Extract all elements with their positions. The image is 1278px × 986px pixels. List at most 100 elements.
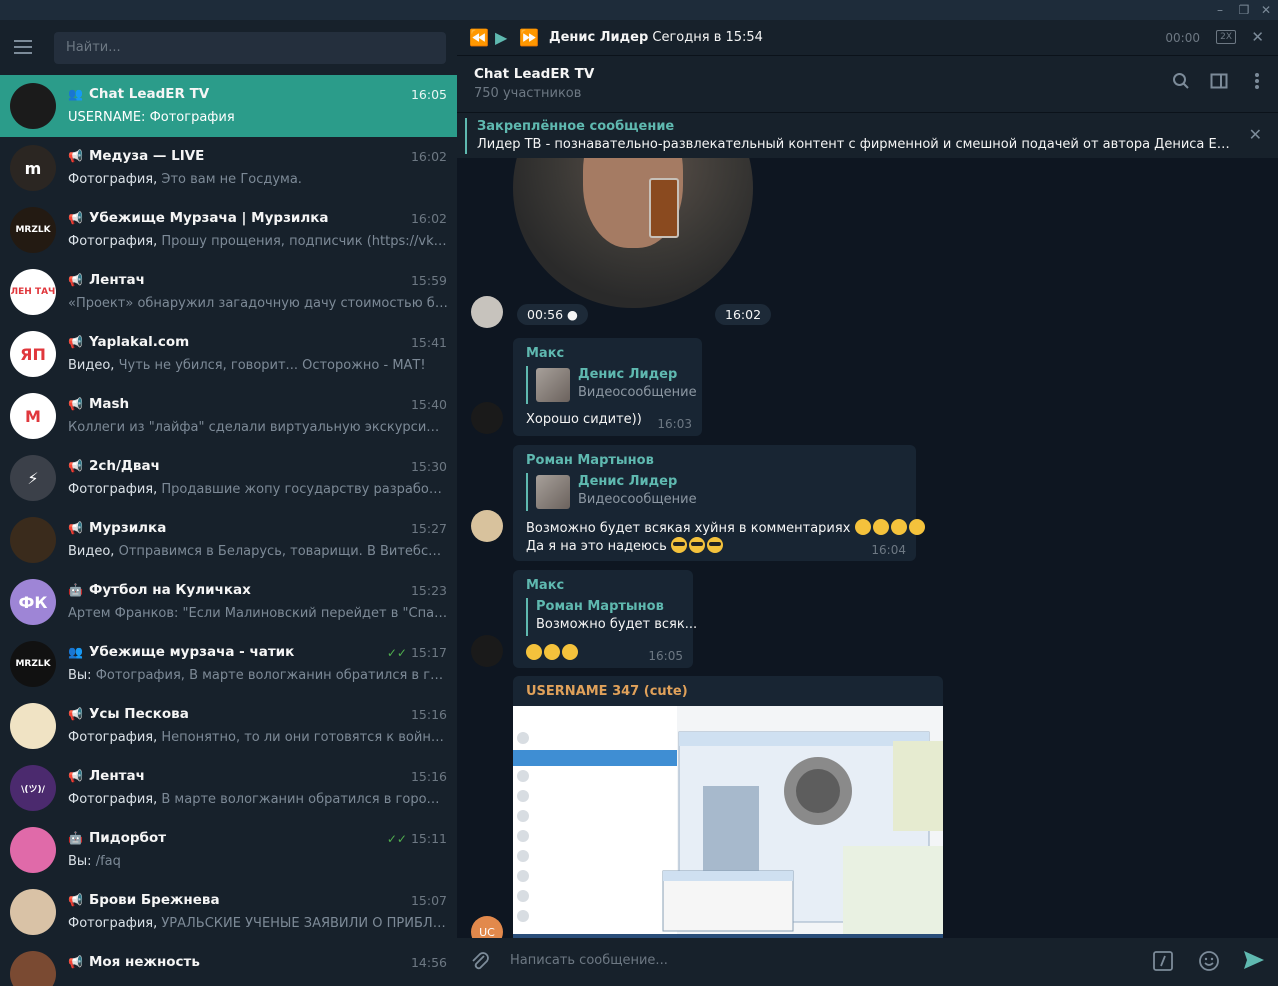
message-sender[interactable]: Макс: [526, 346, 564, 361]
message-text-line2: Да я на это надеюсь: [526, 537, 725, 554]
reply-preview[interactable]: Денис Лидер Видеосообщение: [526, 473, 716, 511]
chat-list-item[interactable]: 🤖 Пидорбот ✓✓ 15:11 Вы: /faq: [0, 819, 457, 881]
message-input[interactable]: Написать сообщение...: [510, 953, 668, 968]
group-icon: 👥: [68, 645, 83, 659]
chat-name: 📢 Лентач: [68, 272, 145, 288]
preview-text: Чуть не убился, говорит... Осторожно - М…: [114, 358, 426, 373]
reply-author: Денис Лидер: [578, 474, 678, 489]
search-input[interactable]: Найти...: [54, 32, 446, 64]
grin-emoji: [872, 519, 889, 535]
chat-title: Chat LeadER TV: [474, 66, 595, 82]
chat-name-text: Усы Пескова: [88, 706, 189, 722]
chat-time: 15:27: [411, 521, 447, 536]
next-track-icon[interactable]: ⏩: [519, 28, 539, 47]
chat-time: 15:30: [411, 459, 447, 474]
chat-list-item[interactable]: ЛЕН ТАЧ 📢 Лентач 15:59 «Проект» обнаружил за…: [0, 261, 457, 323]
chat-list-item[interactable]: 📢 Моя нежность 14:56: [0, 943, 457, 986]
minimize-icon[interactable]: –: [1208, 0, 1232, 20]
chat-time-text: 15:27: [410, 521, 447, 536]
preview-text: /faq: [91, 854, 121, 869]
chat-time: 15:16: [411, 769, 447, 784]
chat-time: 15:07: [411, 893, 447, 908]
preview-text: Прошу прощения, подписчик (https://vk.co…: [161, 234, 448, 249]
close-window-icon[interactable]: ✕: [1254, 0, 1278, 20]
search-icon[interactable]: [1172, 72, 1190, 95]
chat-time-text: 15:16: [410, 769, 447, 784]
chat-preview: Фотография, Это вам не Госдума.: [68, 172, 448, 187]
player-title[interactable]: Денис Лидер Сегодня в 15:54: [549, 30, 763, 45]
chat-list-item[interactable]: 📢 Мурзилка 15:27 Видео, Отправимся в Белару…: [0, 509, 457, 571]
pinned-message[interactable]: Закреплённое сообщение Лидер ТВ - познав…: [457, 112, 1278, 158]
preview-prefix: Видео,: [68, 544, 115, 559]
avatar: m: [10, 145, 56, 191]
reply-preview[interactable]: Денис Лидер Видеосообщение: [526, 366, 716, 404]
message-bubble[interactable]: Роман Мартынов Денис Лидер Видеосообщени…: [513, 445, 925, 561]
pinned-accent-bar: [465, 118, 467, 154]
message-bubble[interactable]: Макс Роман Мартынов Возможно будет всяк.…: [513, 570, 697, 668]
chat-list-item[interactable]: ФК 🤖 Футбол на Куличках 15:23 Артем Франков:…: [0, 571, 457, 633]
conversation-panel: ⏪ ▶ ⏩ Денис Лидер Сегодня в 15:54 00:00 …: [457, 20, 1278, 986]
chat-name-text: Chat LeadER TV: [88, 86, 210, 102]
bot-commands-icon[interactable]: [1152, 950, 1174, 977]
chat-preview: Вы: /faq: [68, 854, 448, 869]
chat-list-item[interactable]: 📢 Усы Пескова 15:16 Фотография, Непонятно, …: [0, 695, 457, 757]
chat-list-item[interactable]: ⚡ 📢 2ch/Двач 15:30 Фотография, Продавшие жоп…: [0, 447, 457, 509]
maximize-icon[interactable]: ❐: [1232, 0, 1256, 20]
chat-list-item[interactable]: M 📢 Mash 15:40 Коллеги из "лайфа" сделали ви…: [0, 385, 457, 447]
send-icon[interactable]: [1242, 948, 1266, 978]
message-bubble[interactable]: Макс Денис Лидер Видеосообщение Хорошо с…: [513, 338, 702, 436]
chat-name: 📢 Mash: [68, 396, 129, 412]
play-icon[interactable]: ▶: [495, 28, 507, 47]
avatar[interactable]: [471, 510, 503, 542]
chat-preview: USERNAME: Фотография: [68, 110, 448, 125]
avatar[interactable]: UC: [471, 916, 503, 938]
previous-track-icon[interactable]: ⏪: [469, 28, 489, 47]
message-text-line1: Возможно будет всякая хуйня в комментари…: [526, 519, 927, 536]
chat-header[interactable]: Chat LeadER TV 750 участников: [457, 56, 1278, 112]
chat-time: 15:23: [411, 583, 447, 598]
pinned-title: Закреплённое сообщение: [477, 119, 675, 134]
avatar[interactable]: [471, 402, 503, 434]
preview-text: Отправимся в Беларусь, товарищи. В Витеб…: [118, 544, 448, 559]
preview-text: Продавшие жопу государству разработчики …: [161, 482, 448, 497]
preview-text: УРАЛЬСКИЕ УЧЁНЫЕ ЗАЯВИЛИ О ПРИБЛИЖЕ...: [157, 916, 448, 931]
video-message[interactable]: [513, 158, 753, 308]
chat-list-item[interactable]: 👥 Chat LeadER TV 16:05 USERNAME: Фотография: [0, 75, 457, 137]
message-sender[interactable]: Макс: [526, 578, 564, 593]
chat-list-item[interactable]: 📢 Брови Брежнева 15:07 Фотография, УРАЛЬСКИ…: [0, 881, 457, 943]
chat-time-text: 15:41: [410, 335, 447, 350]
chat-list-item[interactable]: MRZLK 👥 Убежище мурзача - чатик ✓✓ 15:17 Вы: …: [0, 633, 457, 695]
avatar: [10, 517, 56, 563]
read-checkmark-icon: ✓✓: [386, 646, 407, 660]
chat-name-text: Брови Брежнева: [88, 892, 220, 908]
video-duration: 00:56 ●: [517, 304, 588, 325]
message-composer: Написать сообщение...: [457, 938, 1278, 986]
chat-time-text: 16:02: [410, 211, 447, 226]
chat-list-item[interactable]: ЯП 📢 Yaplakal.com 15:41 Видео, Чуть не убилс…: [0, 323, 457, 385]
sidebar-toggle-icon[interactable]: [1210, 72, 1228, 95]
avatar: ⚡: [10, 455, 56, 501]
message-sender[interactable]: USERNAME 347 (cute): [526, 684, 688, 699]
message-sender[interactable]: Роман Мартынов: [526, 453, 654, 468]
chat-name-text: Mash: [88, 396, 130, 412]
playback-speed-button[interactable]: 2X: [1216, 30, 1236, 44]
chat-name: 📢 Лентач: [68, 768, 145, 784]
avatar[interactable]: [471, 635, 503, 667]
more-options-icon[interactable]: [1254, 72, 1260, 95]
close-pinned-icon[interactable]: ✕: [1249, 125, 1262, 144]
chat-list-item[interactable]: m 📢 Медуза — LIVE 16:02 Фотография, Это вам …: [0, 137, 457, 199]
attach-icon[interactable]: [469, 950, 491, 977]
emoji-icon[interactable]: [1198, 950, 1220, 977]
chat-list-item[interactable]: MRZLK 📢 Убежище Мурзача | Мурзилка 16:02 Фот…: [0, 199, 457, 261]
screenshot-photo[interactable]: [513, 706, 943, 938]
photo-message[interactable]: USERNAME 347 (cute): [513, 676, 943, 938]
avatar[interactable]: [471, 296, 503, 328]
player-date: Сегодня в 15:54: [652, 30, 763, 45]
player-close-icon[interactable]: ✕: [1251, 28, 1264, 46]
grin-emoji: [890, 519, 907, 535]
chat-list-item[interactable]: \(ツ)/ 📢 Лентач 15:16 Фотография, В марте вол…: [0, 757, 457, 819]
reply-preview[interactable]: Роман Мартынов Возможно будет всяк...: [526, 598, 697, 636]
chat-preview: Вы: Фотография, В марте вологжанин обрат…: [68, 668, 448, 683]
chat-name: 👥 Chat LeadER TV: [68, 86, 209, 102]
hamburger-menu-icon[interactable]: [14, 40, 40, 58]
